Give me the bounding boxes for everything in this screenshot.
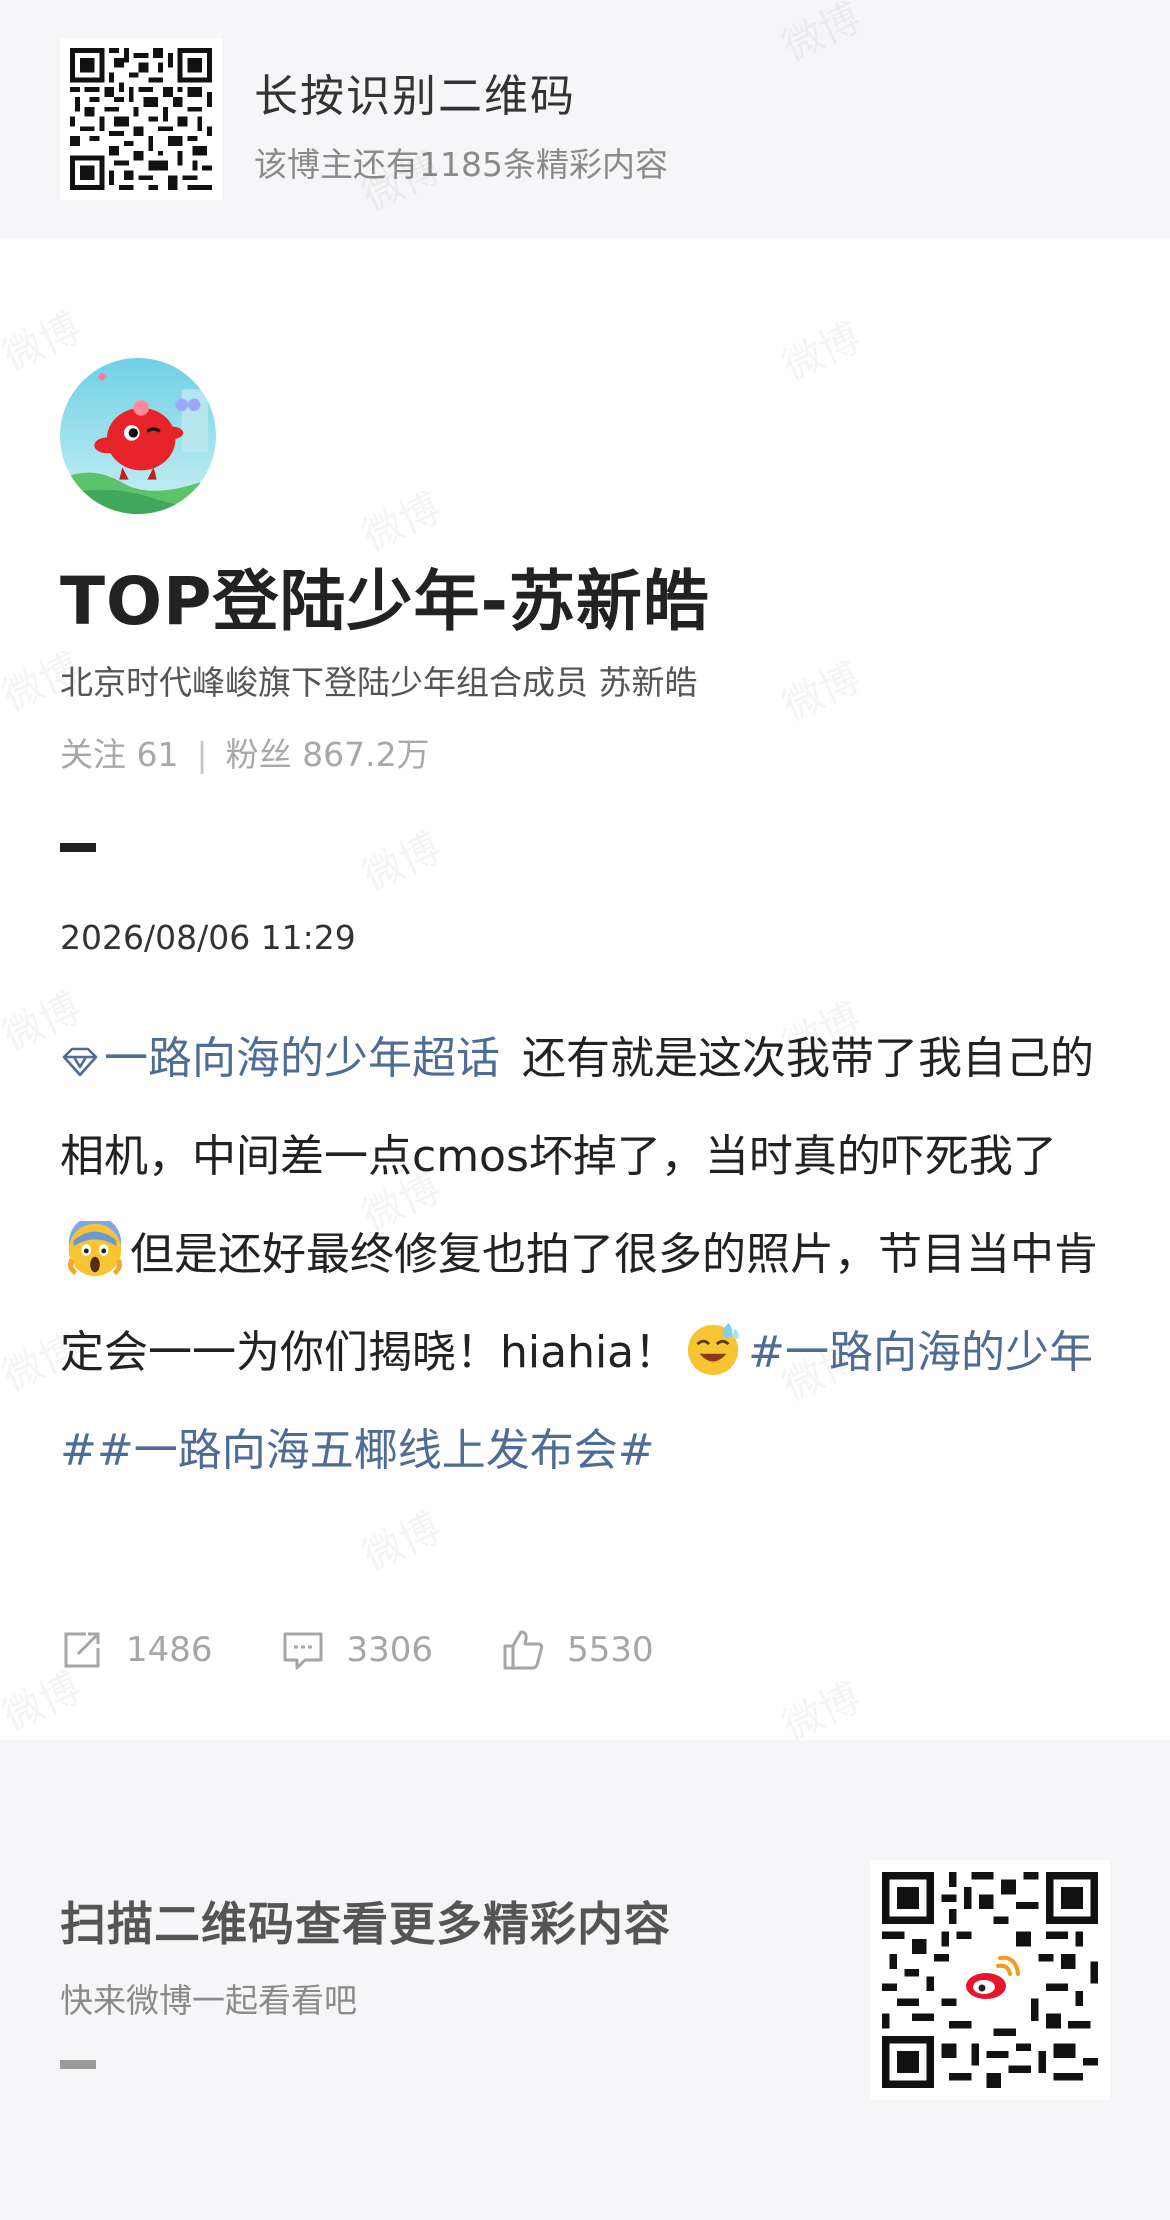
- user-name[interactable]: TOP登陆少年-苏新皓: [60, 548, 710, 644]
- like-count: 5530: [567, 1630, 654, 1670]
- qr-prompt-title: 长按识别二维码: [254, 71, 576, 122]
- user-stats: 关注 61 | 粉丝 867.2万: [60, 728, 430, 776]
- following-count[interactable]: 关注 61: [60, 735, 178, 774]
- qr-code-pattern: [70, 48, 212, 190]
- watermark-text: 微博: [0, 296, 89, 382]
- top-qr-banner: 长按识别二维码 该博主还有1185条精彩内容: [0, 0, 1170, 238]
- comment-button[interactable]: 3306: [281, 1628, 434, 1672]
- comment-count: 3306: [346, 1630, 434, 1670]
- post-actions-bar: 1486 3306 5530: [60, 1620, 722, 1680]
- followers-count[interactable]: 粉丝 867.2万: [226, 735, 430, 774]
- hashtag-link[interactable]: #一路向海五椰线上发布会#: [97, 1425, 655, 1476]
- user-description: 北京时代峰峻旗下登陆少年组合成员 苏新皓: [60, 663, 698, 702]
- comment-icon: [283, 1632, 323, 1670]
- watermark-text: 微博: [351, 1496, 448, 1582]
- avatar-cartoon-image: [60, 358, 216, 514]
- qr-code-top[interactable]: [60, 38, 222, 200]
- stats-separator: |: [196, 735, 208, 774]
- section-divider-mark: [60, 2060, 96, 2069]
- supertopic-link[interactable]: 一路向海的少年超话: [60, 1033, 500, 1084]
- repost-button[interactable]: 1486: [60, 1628, 213, 1672]
- qr-code-bottom[interactable]: [870, 1860, 1110, 2100]
- supertopic-label: 一路向海的少年超话: [104, 1033, 500, 1084]
- qr-prompt-subtitle: 该博主还有1185条精彩内容: [254, 145, 668, 184]
- like-button[interactable]: 5530: [501, 1628, 654, 1672]
- avatar[interactable]: [60, 358, 216, 514]
- watermark-text: 微博: [771, 306, 868, 392]
- post-timestamp: 2026/08/06 11:29: [60, 918, 356, 957]
- weibo-logo-icon: [958, 1948, 1022, 2012]
- scan-prompt-title: 扫描二维码查看更多精彩内容: [60, 1897, 671, 1951]
- scan-prompt-subtitle: 快来微博一起看看吧: [60, 1981, 357, 2020]
- section-divider-mark: [60, 843, 96, 852]
- post-body: 一路向海的少年超话 还有就是这次我带了我自己的相机，中间差一点cmos坏掉了，当时…: [60, 1010, 1110, 1500]
- repost-icon: [64, 1632, 100, 1668]
- laughing-sweat-emoji-icon: [684, 1319, 742, 1377]
- bottom-qr-banner: 扫描二维码查看更多精彩内容 快来微博一起看看吧: [0, 1740, 1170, 2220]
- repost-count: 1486: [126, 1630, 213, 1670]
- scream-emoji-icon: [66, 1221, 124, 1279]
- thumbs-up-icon: [503, 1630, 544, 1670]
- diamond-icon: [62, 1047, 98, 1077]
- watermark-text: 微博: [351, 816, 448, 902]
- watermark-text: 微博: [771, 646, 868, 732]
